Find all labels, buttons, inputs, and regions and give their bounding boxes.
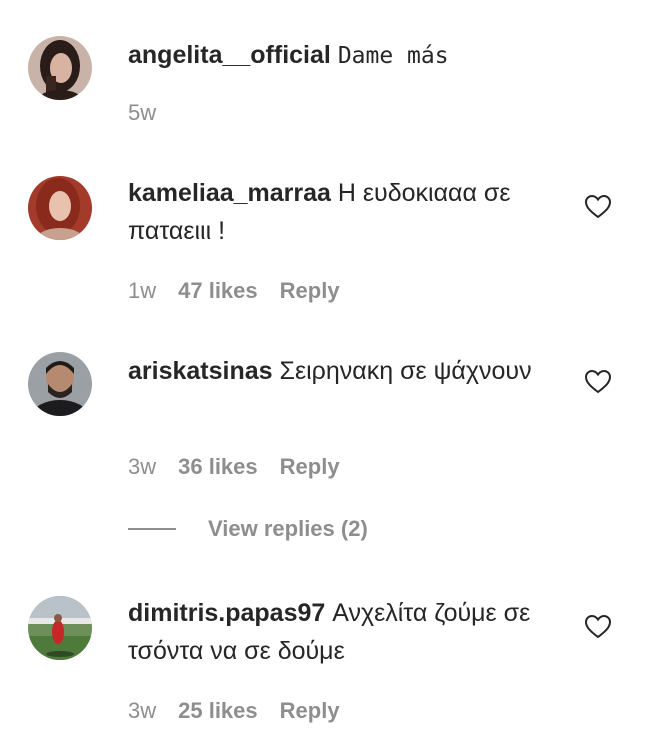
comment-body: angelita__official Dame más (128, 36, 568, 75)
comment-username[interactable]: ariskatsinas (128, 357, 273, 385)
comment-time[interactable]: 3w (128, 698, 156, 724)
reply-button[interactable]: Reply (280, 454, 340, 480)
reply-button[interactable]: Reply (280, 278, 340, 304)
avatar-image (28, 596, 92, 660)
divider-line (128, 528, 176, 530)
comment-body: kameliaa_marraa Η ευδοκιααα σε παταειιι … (128, 174, 568, 250)
comment-likes[interactable]: 25 likes (178, 698, 258, 724)
heart-outline-icon[interactable] (585, 195, 611, 219)
comment-meta: 3w 25 likes Reply (128, 698, 340, 724)
avatar[interactable] (28, 596, 92, 660)
comment-body: dimitris.papas97 Ανχελίτα ζούμε σε τσόντ… (128, 594, 568, 670)
comment-time[interactable]: 3w (128, 454, 156, 480)
avatar-image (28, 36, 92, 100)
comment-text: Dame más (337, 43, 449, 69)
heart-outline-icon[interactable] (585, 615, 611, 639)
avatar[interactable] (28, 36, 92, 100)
avatar[interactable] (28, 352, 92, 416)
comment-time[interactable]: 1w (128, 278, 156, 304)
reply-button[interactable]: Reply (280, 698, 340, 724)
view-replies[interactable]: View replies (2) (128, 516, 368, 542)
comment-username[interactable]: angelita__official (128, 41, 331, 69)
avatar-image (28, 352, 92, 416)
comment-likes[interactable]: 47 likes (178, 278, 258, 304)
view-replies-label[interactable]: View replies (2) (208, 516, 368, 542)
comment-time[interactable]: 5w (128, 100, 156, 126)
comment-meta: 5w (128, 100, 156, 126)
comment-meta: 3w 36 likes Reply (128, 454, 340, 480)
comment-username[interactable]: kameliaa_marraa (128, 179, 331, 207)
comment-username[interactable]: dimitris.papas97 (128, 599, 325, 627)
avatar[interactable] (28, 176, 92, 240)
avatar-image (28, 176, 92, 240)
comment-body: ariskatsinas Σειρηνακη σε ψάχνουν (128, 352, 568, 390)
comment-meta: 1w 47 likes Reply (128, 278, 340, 304)
comment-text: Σειρηνακη σε ψάχνουν (279, 357, 532, 385)
comment-likes[interactable]: 36 likes (178, 454, 258, 480)
heart-outline-icon[interactable] (585, 370, 611, 394)
